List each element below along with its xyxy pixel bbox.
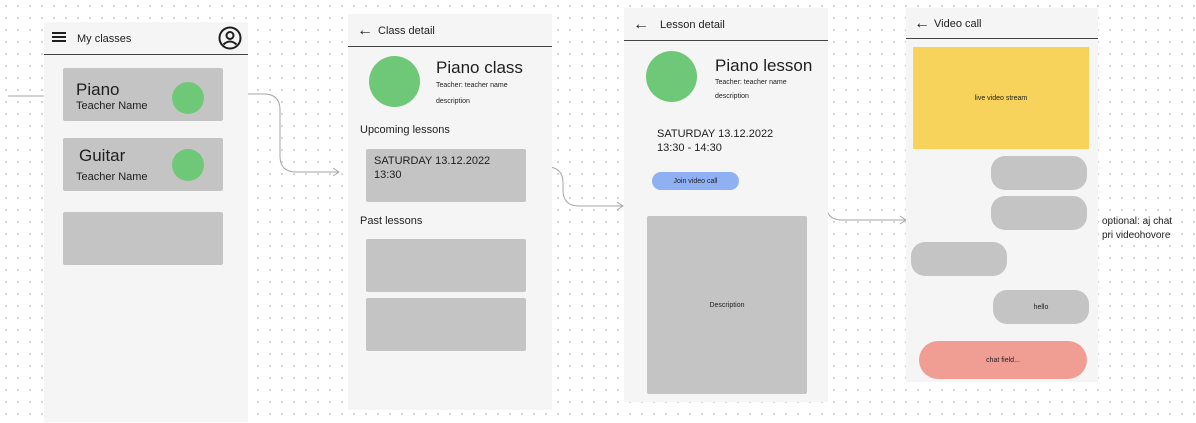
screen-class-detail: ← Class detail Piano class Teacher: teac… xyxy=(348,14,552,410)
screen-video-call: ← Video call live video stream hello cha… xyxy=(906,8,1098,382)
teacher-label: Teacher: teacher name xyxy=(436,82,508,89)
live-video-stream: live video stream xyxy=(913,47,1089,149)
page-title: Class detail xyxy=(378,25,435,37)
join-video-call-button[interactable]: Join video call xyxy=(652,172,739,190)
lesson-date: SATURDAY 13.12.2022 xyxy=(657,128,774,140)
page-title: My classes xyxy=(77,33,132,45)
class-avatar xyxy=(369,56,420,107)
chat-bubble-incoming xyxy=(911,242,1007,276)
screen-header: My classes xyxy=(44,22,248,55)
annotation-note: optional: aj chat xyxy=(1102,216,1173,227)
class-name: Guitar xyxy=(79,146,126,165)
annotation-note: pri videohovore xyxy=(1102,230,1171,241)
teacher-name: Teacher Name xyxy=(76,171,148,183)
teacher-name: Teacher Name xyxy=(76,100,148,112)
past-lesson-card[interactable] xyxy=(366,239,526,292)
screen-header: ← Lesson detail xyxy=(624,8,828,41)
lesson-date: SATURDAY 13.12.2022 xyxy=(374,155,491,167)
class-title: Piano class xyxy=(436,58,523,77)
description-label: description xyxy=(436,98,470,105)
class-card-piano[interactable]: Piano Teacher Name xyxy=(63,68,223,121)
page-title: Video call xyxy=(934,18,982,30)
chat-bubble-hello: hello xyxy=(993,290,1089,324)
description-box: Description xyxy=(647,216,807,394)
back-arrow-icon[interactable]: ← xyxy=(357,23,373,39)
description-label: description xyxy=(715,93,749,100)
upcoming-lesson-card[interactable]: SATURDAY 13.12.2022 13:30 xyxy=(366,149,526,202)
lesson-time: 13:30 xyxy=(374,169,402,181)
lesson-avatar xyxy=(646,51,697,102)
screen-lesson-detail: ← Lesson detail Piano lesson Teacher: te… xyxy=(624,8,828,402)
class-name: Piano xyxy=(76,80,120,99)
user-profile-icon[interactable] xyxy=(218,26,242,50)
back-arrow-icon[interactable]: ← xyxy=(633,17,649,33)
upcoming-lessons-heading: Upcoming lessons xyxy=(360,124,450,136)
lesson-title: Piano lesson xyxy=(715,56,813,75)
chat-input-field[interactable]: chat field... xyxy=(919,341,1087,379)
chat-bubble-outgoing xyxy=(991,156,1087,190)
page-title: Lesson detail xyxy=(660,19,725,31)
hamburger-menu-icon[interactable] xyxy=(52,32,66,42)
screen-header: ← Video call xyxy=(906,8,1098,39)
screen-my-classes: My classes Piano Teacher Name Guitar Tea… xyxy=(44,22,248,422)
back-arrow-icon[interactable]: ← xyxy=(914,16,930,32)
chat-bubble-outgoing xyxy=(991,196,1087,230)
screen-header: ← Class detail xyxy=(348,14,552,47)
class-card-guitar[interactable]: Guitar Teacher Name xyxy=(63,138,223,191)
class-avatar xyxy=(172,82,204,114)
class-avatar xyxy=(172,149,204,181)
teacher-label: Teacher: teacher name xyxy=(715,79,787,86)
class-card-placeholder[interactable] xyxy=(63,212,223,265)
past-lessons-heading: Past lessons xyxy=(360,215,423,227)
lesson-time: 13:30 - 14:30 xyxy=(657,142,722,154)
past-lesson-card[interactable] xyxy=(366,298,526,351)
